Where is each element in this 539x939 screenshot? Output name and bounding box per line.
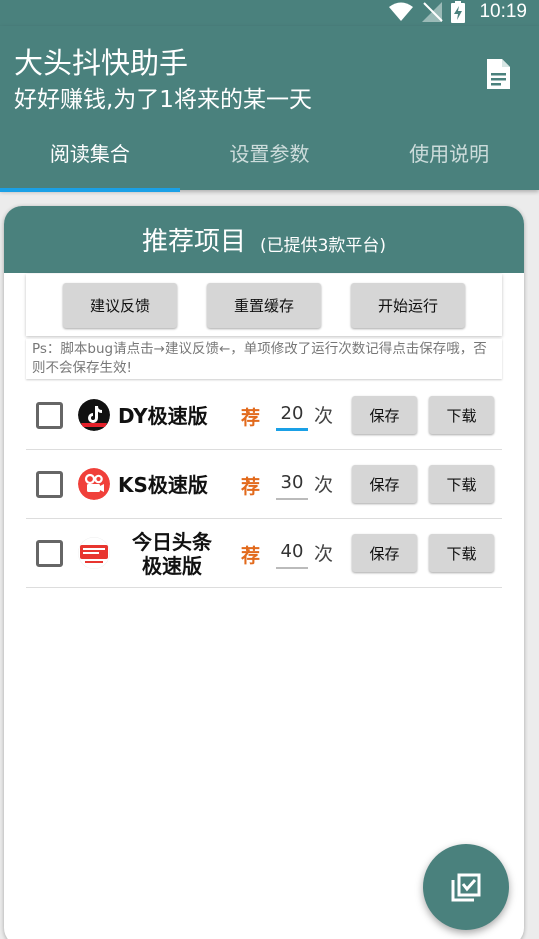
- tab-reading[interactable]: 阅读集合: [0, 122, 180, 192]
- download-button[interactable]: 下载: [429, 465, 494, 503]
- app-subtitle: 好好赚钱,为了1将来的某一天: [14, 87, 312, 113]
- tab-settings[interactable]: 设置参数: [180, 122, 360, 190]
- kuaishou-logo-icon: [78, 468, 110, 500]
- run-count-input[interactable]: 30: [276, 468, 308, 500]
- no-signal-icon: [422, 2, 444, 22]
- card-subtitle: (已提供3款平台): [259, 236, 387, 256]
- item-checkbox[interactable]: [36, 402, 63, 429]
- list-item: DY极速版 荐 20 次 保存 下载: [26, 381, 502, 450]
- app-title: 大头抖快助手: [14, 46, 189, 80]
- recommended-card: 推荐项目 (已提供3款平台) 建议反馈 重置缓存 开始运行 Ps：脚本bug请点…: [4, 206, 524, 939]
- feedback-button[interactable]: 建议反馈: [63, 282, 177, 328]
- action-bar: 建议反馈 重置缓存 开始运行: [26, 274, 502, 336]
- platform-name: KS极速版: [118, 472, 208, 497]
- save-button[interactable]: 保存: [352, 534, 417, 572]
- download-button[interactable]: 下载: [429, 396, 494, 434]
- run-count-input[interactable]: 20: [276, 399, 308, 431]
- wifi-icon: [389, 2, 414, 21]
- app-bar: 大头抖快助手 好好赚钱,为了1将来的某一天 阅读集合 设置参数 使用说明: [0, 26, 539, 192]
- document-icon: [487, 59, 510, 89]
- toutiao-logo-icon: [78, 537, 110, 569]
- save-button[interactable]: 保存: [352, 465, 417, 503]
- status-bar: 10:19: [0, 0, 539, 26]
- clock: 10:19: [479, 1, 527, 22]
- platform-name: DY极速版: [118, 403, 208, 428]
- tab-bar: 阅读集合 设置参数 使用说明: [0, 122, 539, 192]
- list-item: 今日头条 极速版 荐 40 次 保存 下载: [26, 519, 502, 588]
- platform-list: DY极速版 荐 20 次 保存 下载 KS极速版 荐 30 次 保存 下载 今日…: [26, 381, 502, 588]
- card-title: 推荐项目: [141, 227, 246, 257]
- recommend-badge: 荐: [241, 476, 261, 498]
- platform-name-line2: 极速版: [142, 553, 202, 578]
- card-header: 推荐项目 (已提供3款平台): [4, 206, 524, 273]
- note-text: Ps：脚本bug请点击→建议反馈←，单项修改了运行次数记得点击保存哦，否则不会保…: [26, 339, 502, 379]
- document-button[interactable]: [478, 52, 518, 96]
- item-checkbox[interactable]: [36, 540, 63, 567]
- reset-cache-button[interactable]: 重置缓存: [207, 282, 321, 328]
- select-all-check-icon: [451, 873, 481, 902]
- download-button[interactable]: 下载: [429, 534, 494, 572]
- item-checkbox[interactable]: [36, 471, 63, 498]
- recommend-badge: 荐: [241, 407, 261, 429]
- recommend-badge: 荐: [241, 545, 261, 567]
- count-unit: 次: [314, 405, 334, 427]
- douyin-logo-icon: [78, 399, 110, 431]
- start-button[interactable]: 开始运行: [351, 282, 465, 328]
- list-item: KS极速版 荐 30 次 保存 下载: [26, 450, 502, 519]
- run-count-input[interactable]: 40: [276, 537, 308, 569]
- tab-instructions[interactable]: 使用说明: [359, 122, 539, 190]
- platform-name: 今日头条 极速版: [118, 519, 226, 588]
- count-unit: 次: [314, 543, 334, 565]
- confirm-fab[interactable]: [423, 844, 509, 930]
- platform-name-line1: 今日头条: [132, 529, 212, 554]
- save-button[interactable]: 保存: [352, 396, 417, 434]
- count-unit: 次: [314, 474, 334, 496]
- battery-charging-icon: [451, 1, 466, 23]
